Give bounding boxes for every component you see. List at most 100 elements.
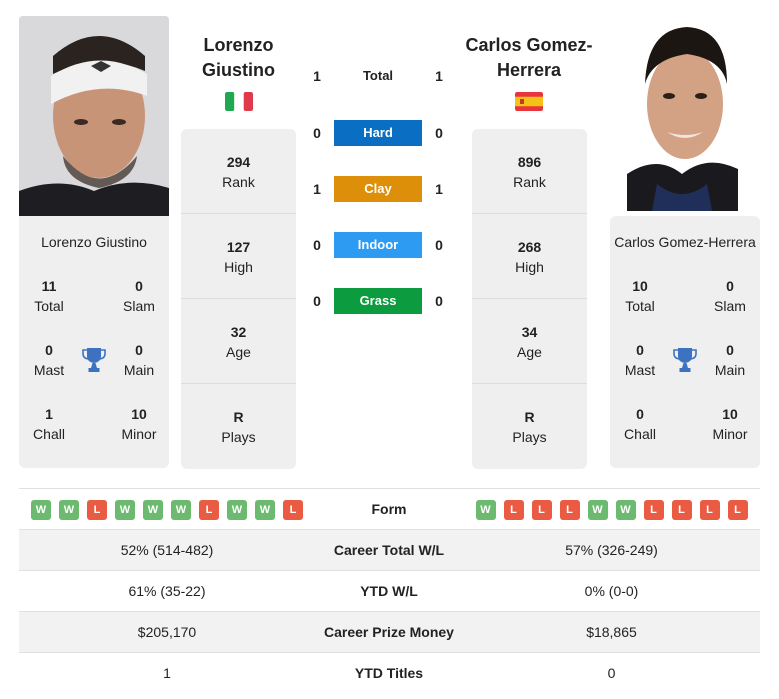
form-label: Form [371,501,407,517]
form-win-badge[interactable]: W [255,499,275,520]
stat-high-value: 268 [517,239,542,255]
player-left-name[interactable]: Lorenzo Giustino [19,234,169,250]
trophy-icon [673,347,697,373]
form-win-badge[interactable]: W [59,499,79,520]
titles-minor: 10 Minor [700,404,760,444]
h2h-clay-left: 1 [313,181,321,197]
titles-slam: 0 Slam [109,276,169,316]
stat-age-label: Age [226,344,251,360]
titles-main: 0 Main [700,340,760,380]
form-loss-badge[interactable]: L [559,499,580,520]
comparison-table: WWLWWWLWWL Form WLLLWWLLLL 52% (514-482)… [19,488,760,693]
table-row: 61% (35-22) YTD W/L 0% (0-0) [19,570,760,611]
trophy-icon [82,347,106,373]
h2h-indoor-right: 0 [435,237,443,253]
grass-surface-badge[interactable]: Grass [334,288,422,314]
h2h-grass-left: 0 [313,293,321,309]
player-left-first-name: Lorenzo [203,35,274,55]
h2h-total-left: 1 [313,68,321,84]
stat-rank-value: 294 [226,154,251,170]
titles-minor-value: 10 [722,406,738,422]
titles-total: 11 Total [19,276,79,316]
ytd-wl-label: YTD W/L [360,583,418,599]
titles-slam-value: 0 [726,278,734,294]
titles-mast-label: Mast [33,362,65,378]
player-right-form: WLLLWWLLLL [463,489,760,530]
titles-chall-value: 1 [45,406,53,422]
form-loss-badge[interactable]: L [199,499,219,520]
h2h-hard: 0 Hard 0 [305,120,455,146]
titles-total: 10 Total [610,276,670,316]
stat-high: 268 High [472,214,587,299]
titles-mast: 0 Mast [19,340,79,380]
form-loss-badge[interactable]: L [699,499,720,520]
titles-main-label: Main [123,362,155,378]
titles-minor-label: Minor [121,426,157,442]
table-row: $205,170 Career Prize Money $18,865 [19,611,760,652]
stat-age-label: Age [517,344,542,360]
ytd-titles-right: 0 [607,665,616,681]
form-loss-badge[interactable]: L [727,499,748,520]
h2h-indoor: 0 Indoor 0 [305,232,455,258]
titles-main: 0 Main [109,340,169,380]
ytd-titles-label: YTD Titles [354,665,424,681]
form-win-badge[interactable]: W [615,499,636,520]
prize-money-label: Career Prize Money [324,624,454,640]
form-win-badge[interactable]: W [31,499,51,520]
form-win-badge[interactable]: W [227,499,247,520]
player-right-last-name: Herrera [496,60,562,80]
form-loss-badge[interactable]: L [87,499,107,520]
h2h-indoor-left: 0 [313,237,321,253]
h2h-grass: 0 Grass 0 [305,288,455,314]
h2h-total: 1 Total 1 [305,63,455,89]
ytd-wl-right: 0% (0-0) [584,583,639,599]
table-row: 1 YTD Titles 0 [19,652,760,693]
form-loss-badge[interactable]: L [283,499,303,520]
player-right-photo [627,24,738,211]
form-win-badge[interactable]: W [143,499,163,520]
titles-total-value: 11 [41,278,57,294]
titles-chall-label: Chall [33,426,65,442]
player-right-header-name[interactable]: Carlos Gomez- Herrera [459,33,599,83]
prize-money-right: $18,865 [586,624,637,640]
h2h-hard-left: 0 [313,125,321,141]
stat-rank-value: 896 [517,154,542,170]
form-win-badge[interactable]: W [171,499,191,520]
stat-high: 127 High [181,214,296,299]
career-wl-right: 57% (326-249) [565,542,658,558]
stat-age-value: 32 [230,324,247,340]
h2h-hard-right: 0 [435,125,443,141]
titles-chall-label: Chall [624,426,656,442]
h2h-total-right: 1 [435,68,443,84]
hard-surface-badge[interactable]: Hard [334,120,422,146]
stat-high-label: High [224,259,253,275]
player-left-photo-image [19,16,169,216]
stat-rank: 896 Rank [472,129,587,214]
stat-plays-label: Plays [512,429,547,445]
titles-mast-value: 0 [45,342,53,358]
titles-slam: 0 Slam [700,276,760,316]
form-win-badge[interactable]: W [475,499,496,520]
player-left-last-name: Giustino [202,60,275,80]
form-win-badge[interactable]: W [115,499,135,520]
titles-total-label: Total [625,298,655,314]
form-loss-badge[interactable]: L [503,499,524,520]
titles-slam-label: Slam [714,298,746,314]
stat-rank-label: Rank [513,174,546,190]
form-win-badge[interactable]: W [587,499,608,520]
form-loss-badge[interactable]: L [643,499,664,520]
clay-surface-badge[interactable]: Clay [334,176,422,202]
player-left-header-name[interactable]: Lorenzo Giustino [181,33,296,83]
stat-rank: 294 Rank [181,129,296,214]
prize-money-left: $205,170 [137,624,197,640]
career-wl-left: 52% (514-482) [120,542,214,558]
stat-plays-value: R [233,409,244,425]
form-loss-badge[interactable]: L [671,499,692,520]
ytd-titles-left: 1 [163,665,171,681]
stat-high-label: High [515,259,544,275]
titles-total-value: 10 [632,278,648,294]
titles-mast: 0 Mast [610,340,670,380]
form-loss-badge[interactable]: L [531,499,552,520]
player-right-name[interactable]: Carlos Gomez-Herrera [610,234,760,250]
indoor-surface-badge[interactable]: Indoor [334,232,422,258]
